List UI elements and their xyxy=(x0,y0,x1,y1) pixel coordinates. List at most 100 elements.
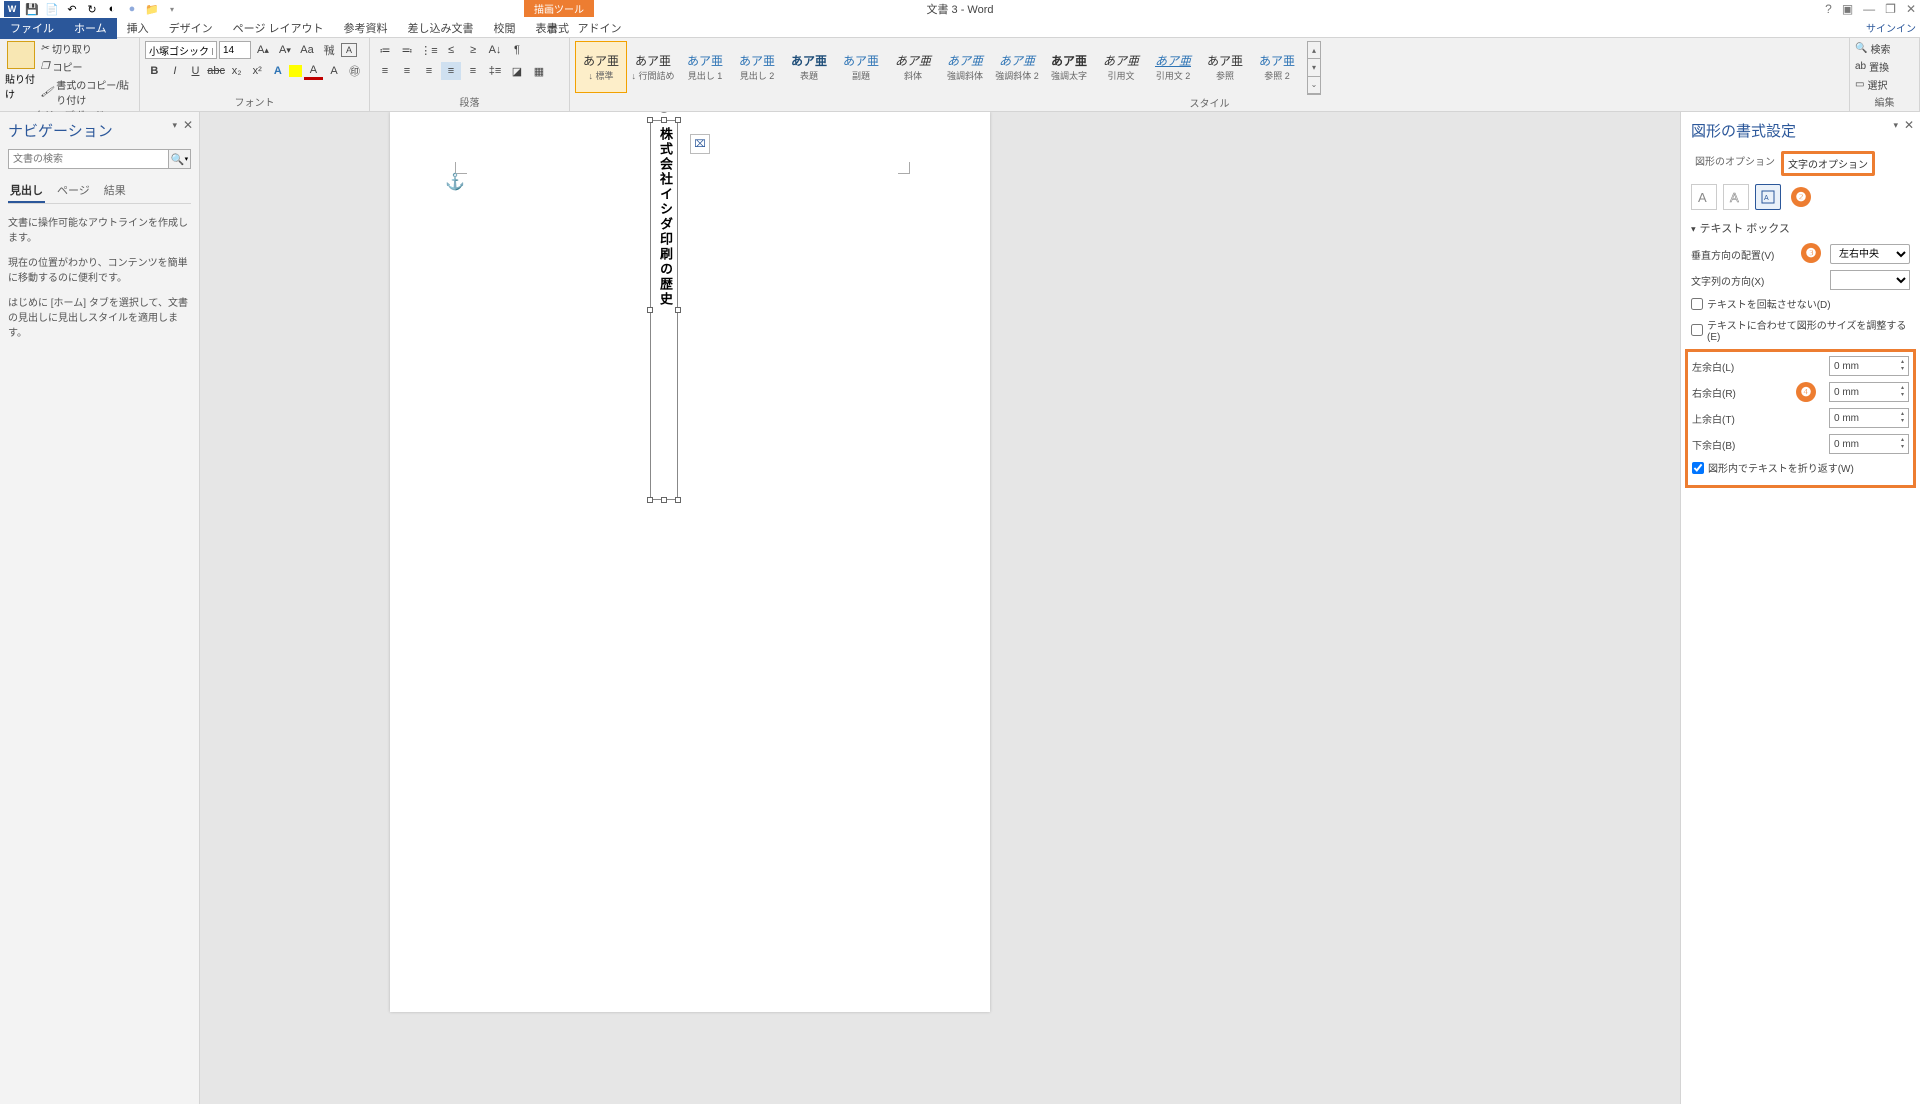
text-effects-icon[interactable]: A xyxy=(269,62,288,80)
style-item[interactable]: あア亜↓ 行間詰め xyxy=(627,41,679,93)
multilevel-icon[interactable]: ⋮≡ xyxy=(419,41,439,59)
fmt-dropdown-icon[interactable]: ▾ xyxy=(1893,120,1898,131)
save-as-icon[interactable]: 📄 xyxy=(44,1,60,17)
style-item[interactable]: あア亜強調斜体 2 xyxy=(991,41,1043,93)
tab-references[interactable]: 参考資料 xyxy=(334,17,398,39)
sort-icon[interactable]: A↓ xyxy=(485,41,505,59)
resize-handle[interactable] xyxy=(675,307,681,313)
style-item[interactable]: あア亜強調太字 xyxy=(1043,41,1095,93)
margin-bottom-input[interactable]: 0 mm▴▾ xyxy=(1829,434,1909,454)
font-size-select[interactable] xyxy=(219,41,251,59)
search-button[interactable]: 🔍▾ xyxy=(169,149,191,169)
textbox-tab-icon[interactable]: A xyxy=(1755,184,1781,210)
character-border-icon[interactable]: A xyxy=(341,43,357,57)
resize-handle[interactable] xyxy=(675,497,681,503)
borders-icon[interactable]: ▦ xyxy=(529,62,549,80)
signin-link[interactable]: サインイン xyxy=(1866,20,1916,35)
shading-icon[interactable]: ◪ xyxy=(507,62,527,80)
qat-item-icon[interactable]: ◐ xyxy=(104,1,120,17)
style-item[interactable]: あア亜副題 xyxy=(835,41,887,93)
tab-design[interactable]: デザイン xyxy=(159,17,223,39)
style-item[interactable]: あア亜斜体 xyxy=(887,41,939,93)
font-color-icon[interactable]: A xyxy=(304,62,323,80)
minimize-icon[interactable]: — xyxy=(1863,2,1875,16)
page[interactable]: ⚓ ⌧ 株式会社イシダ印刷の歴史 xyxy=(390,112,990,1012)
distribute-icon[interactable]: ≡ xyxy=(463,62,483,80)
help-icon[interactable]: ? xyxy=(1825,2,1832,16)
text-effects-tab-icon[interactable]: A xyxy=(1723,184,1749,210)
superscript-button[interactable]: x² xyxy=(248,62,267,80)
maximize-icon[interactable]: ❐ xyxy=(1885,2,1896,16)
save-icon[interactable]: 💾 xyxy=(24,1,40,17)
numbering-icon[interactable]: ≕ xyxy=(397,41,417,59)
text-fill-tab-icon[interactable]: A xyxy=(1691,184,1717,210)
qat-item-icon[interactable]: ● xyxy=(124,1,140,17)
phonetic-guide-icon[interactable]: ㍻ xyxy=(319,41,339,59)
align-right-icon[interactable]: ≡ xyxy=(419,62,439,80)
highlight-icon[interactable] xyxy=(289,65,302,77)
search-input[interactable] xyxy=(8,149,169,169)
style-item[interactable]: あア亜引用文 xyxy=(1095,41,1147,93)
textbox-content[interactable]: 株式会社イシダ印刷の歴史 xyxy=(651,121,680,313)
layout-options-icon[interactable]: ⌧ xyxy=(690,134,710,154)
enclose-char-icon[interactable]: ㊞ xyxy=(345,62,364,80)
ribbon-display-icon[interactable]: ▣ xyxy=(1842,2,1853,16)
resize-handle[interactable] xyxy=(661,497,667,503)
style-item[interactable]: あア亜参照 2 xyxy=(1251,41,1303,93)
nav-dropdown-icon[interactable]: ▾ xyxy=(172,120,177,131)
qat-more-icon[interactable]: ▾ xyxy=(164,1,180,17)
anchor-icon[interactable]: ⚓ xyxy=(445,172,465,192)
tab-home[interactable]: ホーム xyxy=(64,17,117,39)
copy-button[interactable]: コピー xyxy=(41,59,134,74)
tab-layout[interactable]: ページ レイアウト xyxy=(223,17,334,39)
styles-scroll[interactable]: ▴ ▾ ⌄ xyxy=(1307,41,1321,95)
format-painter-button[interactable]: 書式のコピー/貼り付け xyxy=(41,77,134,107)
fmt-close-icon[interactable]: ✕ xyxy=(1904,118,1914,132)
nav-tab-results[interactable]: 結果 xyxy=(102,179,128,203)
bold-button[interactable]: B xyxy=(145,62,164,80)
resize-handle[interactable] xyxy=(647,497,653,503)
nav-tab-headings[interactable]: 見出し xyxy=(8,179,45,203)
margin-right-input[interactable]: 0 mm▴▾ xyxy=(1829,382,1909,402)
style-item[interactable]: あア亜表題 xyxy=(783,41,835,93)
undo-icon[interactable]: ↶ xyxy=(64,1,80,17)
resize-handle[interactable] xyxy=(647,117,653,123)
style-item[interactable]: あア亜引用文 2 xyxy=(1147,41,1199,93)
font-name-select[interactable] xyxy=(145,41,217,59)
shape-options-tab[interactable]: 図形のオプション xyxy=(1691,151,1779,176)
style-item[interactable]: あア亜見出し 1 xyxy=(679,41,731,93)
document-canvas[interactable]: ⚓ ⌧ 株式会社イシダ印刷の歴史 xyxy=(200,112,1680,1104)
style-item[interactable]: あア亜見出し 2 xyxy=(731,41,783,93)
redo-icon[interactable]: ↻ xyxy=(84,1,100,17)
find-button[interactable]: 🔍 検索 xyxy=(1855,41,1914,56)
valign-select[interactable]: 左右中央 xyxy=(1830,244,1910,264)
wrap-text-checkbox[interactable] xyxy=(1692,462,1704,474)
scroll-up-icon[interactable]: ▴ xyxy=(1308,42,1320,59)
char-shading-icon[interactable]: A xyxy=(325,62,344,80)
cut-button[interactable]: 切り取り xyxy=(41,41,134,56)
nav-tab-pages[interactable]: ページ xyxy=(55,179,92,203)
underline-button[interactable]: U xyxy=(186,62,205,80)
resize-handle[interactable] xyxy=(661,117,667,123)
margin-left-input[interactable]: 0 mm▴▾ xyxy=(1829,356,1909,376)
nav-close-icon[interactable]: ✕ xyxy=(183,118,193,132)
tab-insert[interactable]: 挿入 xyxy=(117,17,159,39)
tab-mailings[interactable]: 差し込み文書 xyxy=(398,17,484,39)
no-rotate-checkbox[interactable] xyxy=(1691,298,1703,310)
scroll-more-icon[interactable]: ⌄ xyxy=(1308,77,1320,94)
italic-button[interactable]: I xyxy=(166,62,185,80)
text-options-tab[interactable]: 文字のオプション xyxy=(1781,151,1875,176)
subscript-button[interactable]: x₂ xyxy=(227,62,246,80)
style-item[interactable]: あア亜参照 xyxy=(1199,41,1251,93)
rotate-handle-icon[interactable] xyxy=(659,112,669,113)
folder-icon[interactable]: 📁 xyxy=(144,1,160,17)
change-case-icon[interactable]: Aa xyxy=(297,41,317,59)
resize-fit-checkbox[interactable] xyxy=(1691,324,1703,336)
margin-top-input[interactable]: 0 mm▴▾ xyxy=(1829,408,1909,428)
increase-indent-icon[interactable]: ≥ xyxy=(463,41,483,59)
grow-font-icon[interactable]: A▴ xyxy=(253,41,273,59)
paste-button[interactable]: 貼り付け xyxy=(5,41,37,107)
resize-handle[interactable] xyxy=(675,117,681,123)
shrink-font-icon[interactable]: A▾ xyxy=(275,41,295,59)
line-spacing-icon[interactable]: ‡≡ xyxy=(485,62,505,80)
